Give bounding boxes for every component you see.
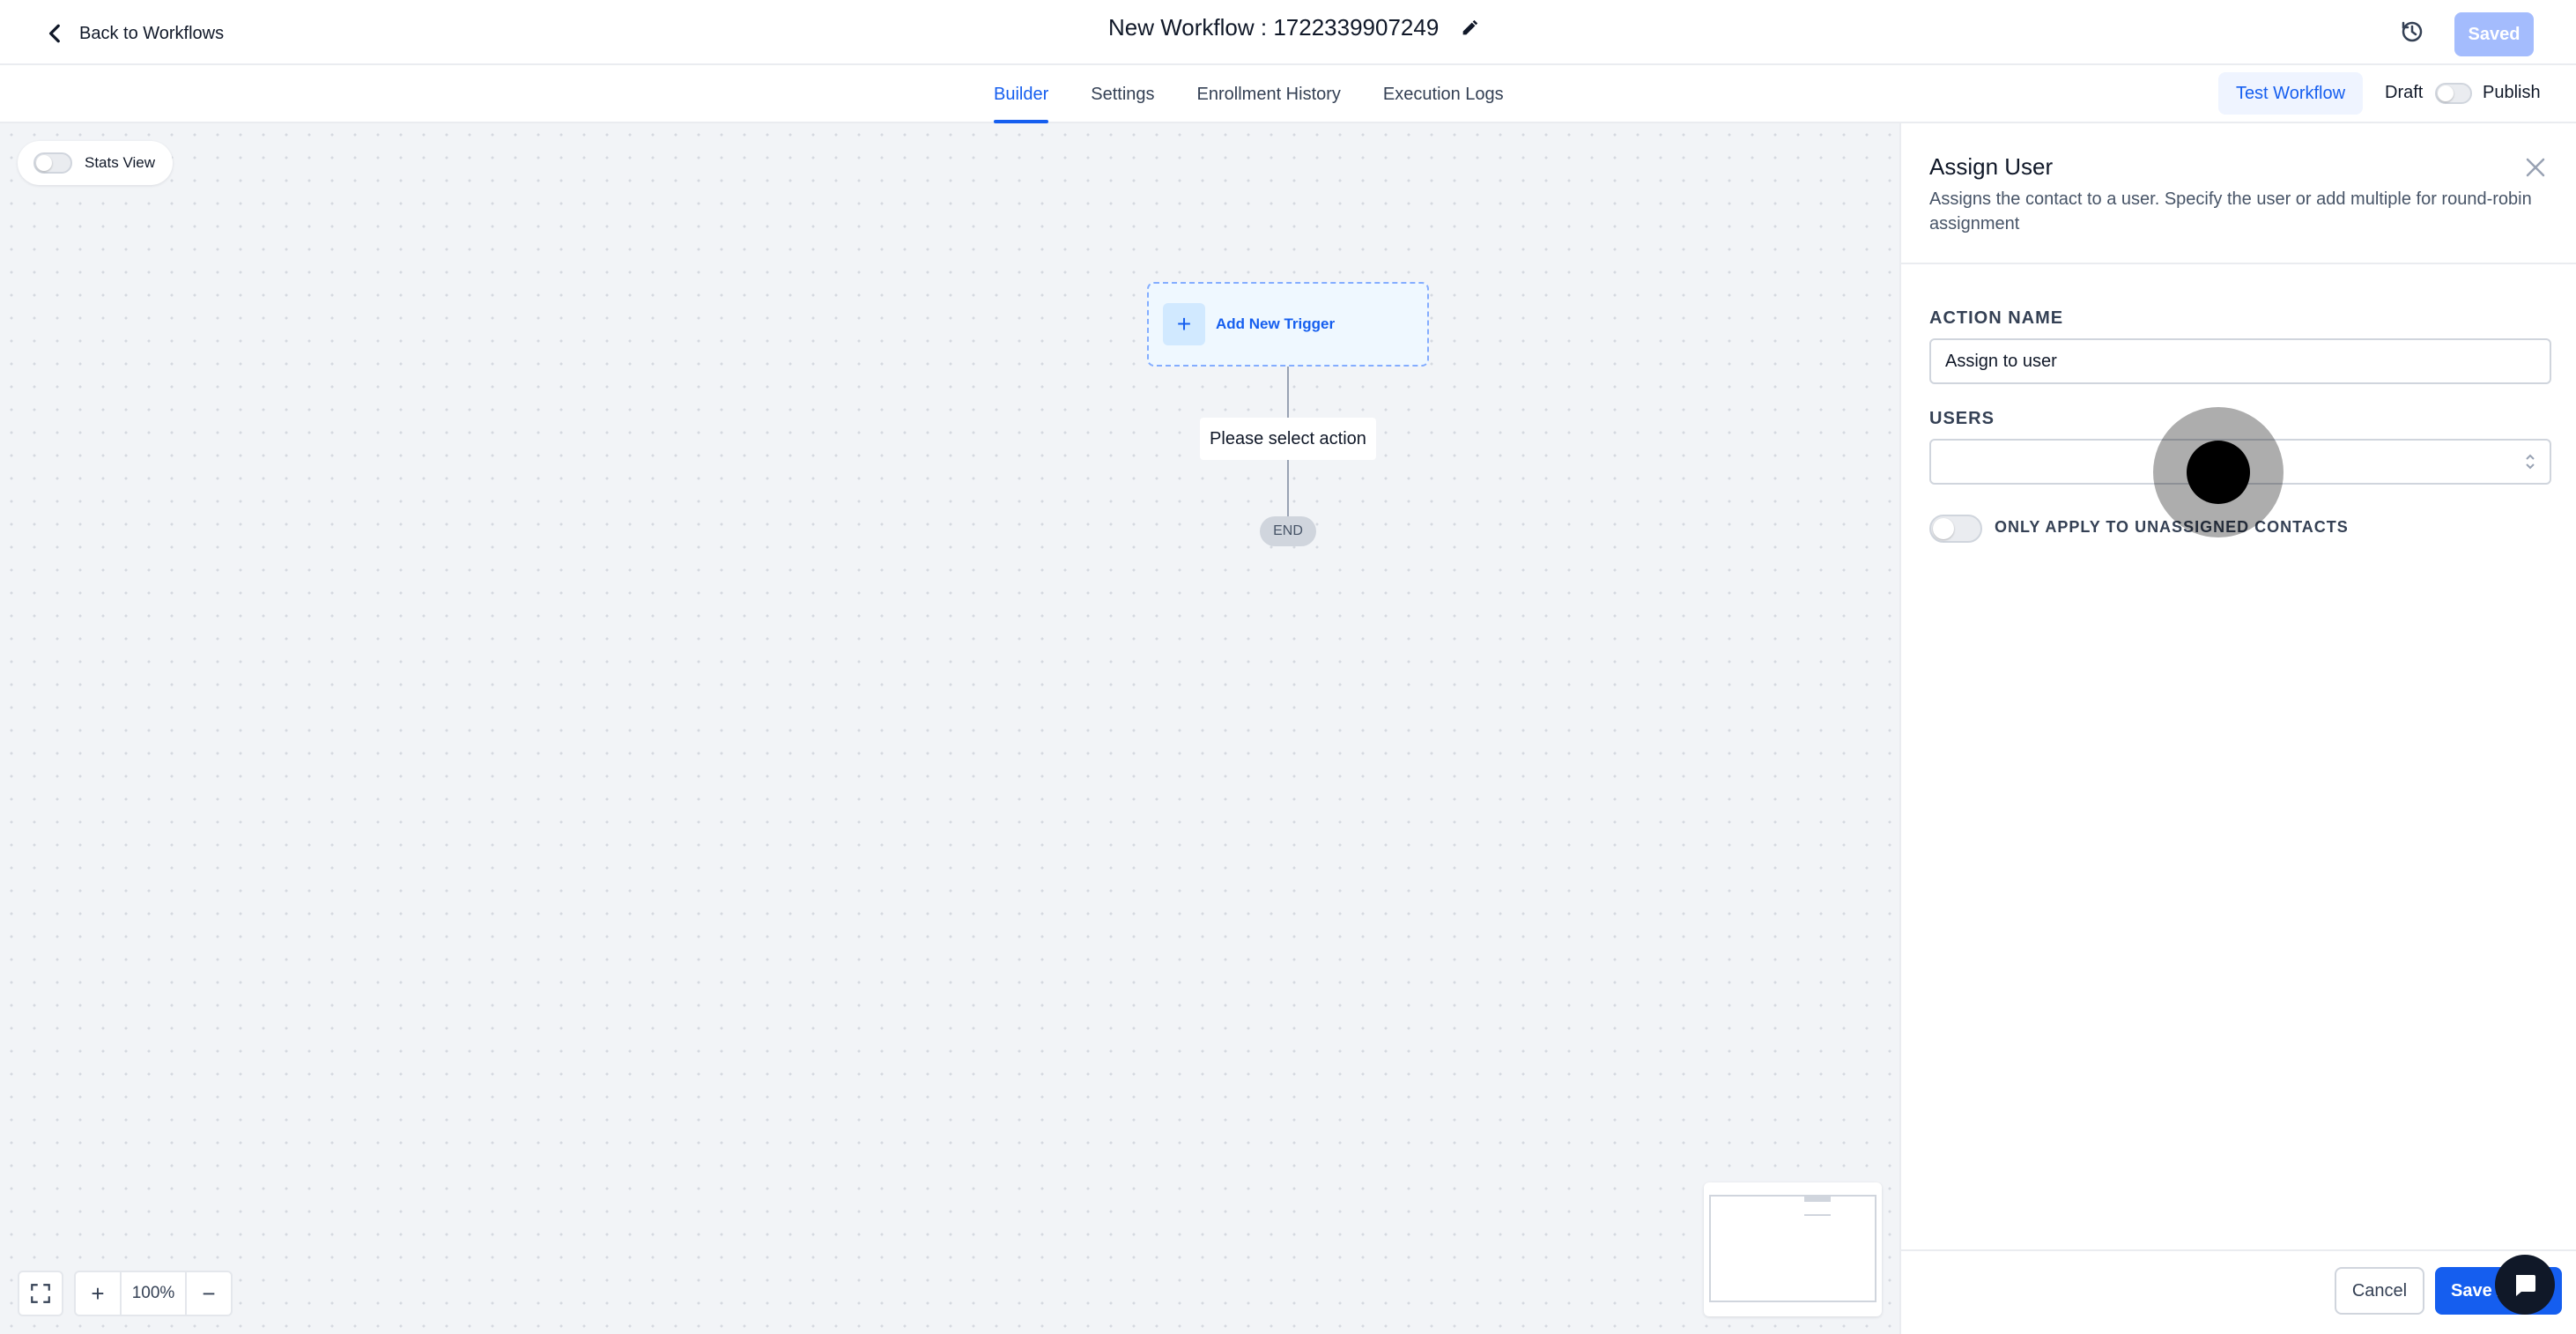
top-header: Back to Workflows New Workflow : 1722339… xyxy=(0,0,2576,65)
minimap[interactable] xyxy=(1704,1182,1882,1316)
tab-settings[interactable]: Settings xyxy=(1091,65,1154,123)
fullscreen-icon[interactable] xyxy=(18,1271,63,1316)
chevron-left-icon xyxy=(48,24,60,43)
minimap-viewport xyxy=(1709,1195,1876,1302)
zoom-level: 100% xyxy=(120,1272,187,1315)
close-icon[interactable] xyxy=(2523,155,2548,180)
workflow-title-group: New Workflow : 1722339907249 xyxy=(1108,14,1479,41)
cancel-button[interactable]: Cancel xyxy=(2335,1267,2424,1315)
action-name-value: Assign to user xyxy=(1945,351,2057,371)
back-label: Back to Workflows xyxy=(79,23,225,43)
chat-icon[interactable] xyxy=(2495,1255,2555,1315)
minimap-node xyxy=(1804,1197,1831,1202)
add-trigger-node[interactable]: + Add New Trigger xyxy=(1147,282,1429,367)
users-label: USERS xyxy=(1929,409,1995,428)
workflow-title: New Workflow : 1722339907249 xyxy=(1108,14,1440,41)
cursor-dot xyxy=(2187,441,2250,504)
panel-header: Assign User Assigns the contact to a use… xyxy=(1901,123,2576,264)
add-trigger-label: Add New Trigger xyxy=(1216,315,1336,332)
pencil-icon[interactable] xyxy=(1460,19,1479,38)
zoom-group: + 100% − xyxy=(74,1271,233,1316)
minimap-node xyxy=(1804,1214,1831,1216)
connector-line xyxy=(1287,460,1289,516)
tab-execution-logs[interactable]: Execution Logs xyxy=(1383,65,1504,123)
connector-line xyxy=(1287,367,1289,418)
publish-toggle[interactable] xyxy=(2435,83,2472,104)
stats-view-control: Stats View xyxy=(18,141,173,185)
tab-enrollment-history[interactable]: Enrollment History xyxy=(1197,65,1341,123)
tab-builder[interactable]: Builder xyxy=(994,65,1049,123)
zoom-in-button[interactable]: + xyxy=(76,1272,120,1315)
panel-description: Assigns the contact to a user. Specify t… xyxy=(1929,189,2532,233)
panel-footer: Cancel Save Action xyxy=(1901,1249,2576,1334)
action-node[interactable]: Please select action xyxy=(1200,418,1376,460)
action-name-label: ACTION NAME xyxy=(1929,308,2064,328)
assign-user-panel: Assign User Assigns the contact to a use… xyxy=(1899,123,2576,1334)
history-icon[interactable] xyxy=(2398,18,2426,46)
unassigned-only-toggle[interactable] xyxy=(1929,515,1982,543)
plus-icon: + xyxy=(1163,303,1205,345)
stats-view-toggle[interactable] xyxy=(33,152,72,174)
draft-label: Draft xyxy=(2385,83,2424,102)
select-arrows-icon xyxy=(2526,454,2535,470)
stats-view-label: Stats View xyxy=(85,154,156,171)
test-workflow-button[interactable]: Test Workflow xyxy=(2218,72,2363,115)
workflow-canvas[interactable]: Stats View + Add New Trigger Please sele… xyxy=(0,123,1899,1334)
end-node: END xyxy=(1260,516,1316,546)
publish-label: Publish xyxy=(2483,83,2541,102)
zoom-controls: + 100% − xyxy=(18,1271,233,1316)
tabs-bar: Builder Settings Enrollment History Exec… xyxy=(0,65,2576,123)
action-name-input[interactable]: Assign to user xyxy=(1929,338,2551,384)
workflow-tabs: Builder Settings Enrollment History Exec… xyxy=(994,65,1504,123)
unassigned-only-label: ONLY APPLY TO UNASSIGNED CONTACTS xyxy=(1995,518,2349,536)
saved-button[interactable]: Saved xyxy=(2454,12,2534,56)
minus-icon[interactable]: − xyxy=(187,1272,231,1315)
panel-title: Assign User xyxy=(1929,153,2054,180)
back-to-workflows-link[interactable]: Back to Workflows xyxy=(44,18,224,49)
